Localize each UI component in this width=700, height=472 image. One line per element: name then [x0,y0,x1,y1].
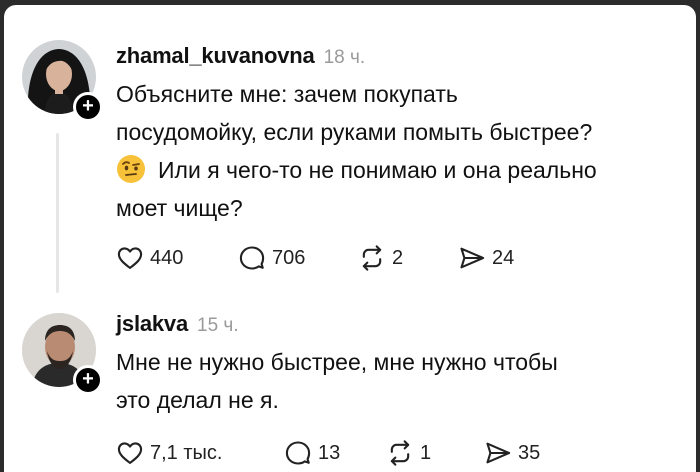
like-button[interactable]: 7,1 тыс. [116,439,222,467]
post-text-line-with-emoji: Или я чего-то не понимаю и она реально [116,151,686,189]
timestamp: 18 ч. [323,47,366,68]
comment-button[interactable]: 706 [238,244,305,272]
comment-button[interactable]: 13 [284,439,340,467]
username[interactable]: zhamal_kuvanovna [116,43,315,69]
heart-icon [117,442,143,464]
post-text-line: посудомойку, если руками помыть быстрее? [116,119,593,145]
repost-icon [362,245,382,271]
comment-count: 13 [318,441,341,464]
like-count: 7,1 тыс. [150,441,223,464]
post-text-line: Мне не нужно быстрее, мне нужно чтобы [116,349,558,375]
share-button[interactable]: 24 [458,244,514,272]
share-button[interactable]: 35 [484,439,540,467]
post-text-line: Объясните мне: зачем покупать [116,81,458,107]
repost-button[interactable]: 1 [386,439,431,467]
send-icon [486,442,511,464]
heart-icon [117,247,143,269]
post-text-line: Или я чего-то не понимаю и она реально [158,157,597,183]
send-icon [460,247,485,269]
repost-count: 2 [392,246,404,269]
share-count: 24 [492,246,515,269]
thread-line [56,133,59,293]
comment-bubble-icon [285,441,311,465]
follow-button[interactable]: + [73,365,103,395]
like-count: 440 [150,246,184,269]
post: + zhamal_kuvanovna 18 ч. Объясните мне: … [4,5,696,295]
post-header: zhamal_kuvanovna 18 ч. [116,43,365,69]
comment-bubble-icon [239,246,265,270]
username[interactable]: jslakva [116,311,188,337]
raised-eyebrow-emoji-icon [117,155,145,183]
repost-icon [390,440,410,466]
follow-button[interactable]: + [73,92,103,122]
post-header: jslakva 15 ч. [116,311,239,337]
share-count: 35 [518,441,541,464]
post: + jslakva 15 ч. Мне не нужно быстрее, мн… [4,295,696,472]
comment-count: 706 [272,246,306,269]
like-button[interactable]: 440 [116,244,183,272]
post-text-line: это делал не я. [116,387,279,413]
repost-count: 1 [420,441,432,464]
timestamp: 15 ч. [197,315,239,336]
post-text: Мне не нужно быстрее, мне нужно чтобы эт… [116,343,656,419]
post-text-line: моет чище? [116,195,243,221]
post-text: Объясните мне: зачем покупать посудомойк… [116,75,686,227]
repost-button[interactable]: 2 [358,244,403,272]
thread-card: + zhamal_kuvanovna 18 ч. Объясните мне: … [4,5,696,472]
